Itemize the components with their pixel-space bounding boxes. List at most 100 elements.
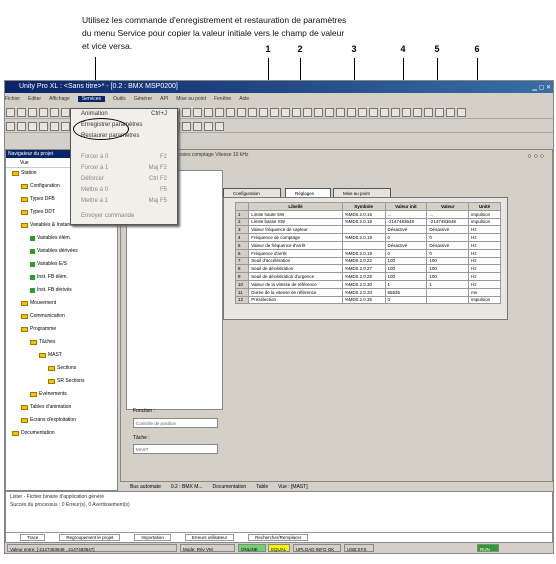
table-row[interactable]: 10 Valeur de la vitesse de référence %MD0.… [234, 279, 501, 289]
tree-item[interactable]: SR Sections [48, 378, 85, 384]
toolbar-button-icon[interactable] [237, 108, 246, 117]
value-cell[interactable]: 1 [426, 279, 470, 289]
value-cell[interactable]: Désactivé [426, 225, 470, 235]
toolbar-button-icon[interactable] [413, 108, 422, 117]
value-cell[interactable] [426, 287, 470, 297]
table-row[interactable]: 9 Seuil de décélération d'urgence %MD0.2.0… [234, 272, 501, 281]
menu-fen-tre[interactable]: Fenêtre [214, 96, 231, 102]
init-value-cell[interactable]: 65535 [384, 287, 428, 297]
value-cell[interactable]: ... [426, 209, 470, 219]
window-controls-icon[interactable]: ▁ ▢ ✕ [532, 82, 551, 94]
table-row[interactable]: 8 Seuil de décélération %MD0.2.0.27 100 100 H… [234, 264, 501, 274]
toolbar-button-icon[interactable] [259, 108, 268, 117]
toolbar-button-icon[interactable] [391, 108, 400, 117]
tree-item[interactable]: Documentation [12, 430, 55, 436]
tree-item[interactable]: Variables dérivées [30, 248, 78, 254]
init-value-cell[interactable]: 0 [384, 233, 428, 242]
toolbar-button-icon[interactable] [248, 108, 257, 117]
task-select[interactable]: MAST [133, 444, 218, 454]
menu-services[interactable]: Services [77, 96, 106, 102]
toolbar-button-icon[interactable] [61, 108, 70, 117]
value-cell[interactable]: 100 [426, 264, 470, 274]
toolbar-button-icon[interactable] [281, 108, 290, 117]
init-value-cell[interactable]: -2147483648 [384, 217, 428, 227]
table-row[interactable]: 4 Fréquence de comptage %MD0.2.0.19 0 0 Hz [234, 233, 501, 242]
menu-outils[interactable]: Outils [113, 96, 126, 102]
toolbar-button-icon[interactable] [325, 108, 334, 117]
tree-item[interactable]: Mouvement [21, 300, 56, 306]
toolbar-button-icon[interactable] [28, 108, 37, 117]
init-value-cell[interactable]: Désactivé [384, 240, 428, 250]
value-cell[interactable] [426, 295, 470, 305]
init-value-cell[interactable]: 0 [384, 248, 428, 258]
toolbar-button-icon[interactable] [39, 108, 48, 117]
output-tab[interactable]: Rechercher/Remplacer [248, 534, 309, 541]
toolbar-button-icon[interactable] [358, 108, 367, 117]
toolbar-button-icon[interactable] [204, 122, 213, 131]
table-row[interactable]: 5 Valeur de fréquence d'arrêt Désactivé Dés… [234, 240, 501, 250]
output-tab[interactable]: Erreurs utilisateur [184, 534, 235, 541]
table-row[interactable]: 2 Limite basse SW %MD0.2.0.18 -2147483648 -2… [234, 217, 501, 227]
output-tab[interactable]: Trace [20, 534, 46, 541]
toolbar-button-icon[interactable] [424, 108, 433, 117]
document-tab[interactable]: Vue : [MAST] [278, 484, 308, 490]
tree-item[interactable]: Sections [48, 365, 76, 371]
toolbar-button-icon[interactable] [39, 122, 48, 131]
toolbar-button-icon[interactable] [314, 108, 323, 117]
value-cell[interactable]: -2147483648 [426, 217, 470, 227]
tree-item[interactable]: Configuration [21, 183, 60, 189]
toolbar-button-icon[interactable] [17, 108, 26, 117]
menu-mise-au-point[interactable]: Mise au point [176, 96, 206, 102]
toolbar-button-icon[interactable] [193, 122, 202, 131]
menu-fichier[interactable]: Fichier [5, 96, 20, 102]
toolbar-button-icon[interactable] [402, 108, 411, 117]
toolbar-button-icon[interactable] [193, 108, 202, 117]
menu-api[interactable]: API [160, 96, 168, 102]
menu-item-d-forcer[interactable]: Déforcer Ctrl F2 [71, 174, 177, 185]
toolbar-button-icon[interactable] [226, 108, 235, 117]
init-value-cell[interactable]: 100 [384, 256, 428, 266]
tree-item[interactable]: Variables E/S [30, 261, 67, 267]
tree-item[interactable]: Variables élém. [30, 235, 71, 241]
toolbar-button-icon[interactable] [347, 108, 356, 117]
tree-item[interactable]: Types DFB [21, 196, 55, 202]
menu-item-envoyer-commande[interactable]: Envoyer commande [71, 211, 177, 222]
output-tab[interactable]: Regroupement le projet [59, 534, 121, 541]
toolbar-button-icon[interactable] [457, 108, 466, 117]
init-value-cell[interactable]: 100 [384, 264, 428, 274]
toolbar-button-icon[interactable] [336, 108, 345, 117]
tree-item[interactable]: Evénements [30, 391, 67, 397]
toolbar-button-icon[interactable] [303, 108, 312, 117]
toolbar-button-icon[interactable] [17, 122, 26, 131]
toolbar-button-icon[interactable] [50, 122, 59, 131]
menu-item-forcer-0[interactable]: Forcer à 0 F2 [71, 152, 177, 163]
menu-item-forcer-1[interactable]: Forcer à 1 Maj F2 [71, 163, 177, 174]
document-tab[interactable]: Table [256, 484, 268, 490]
toolbar-button-icon[interactable] [380, 108, 389, 117]
function-select[interactable]: Contrôle de position [133, 418, 218, 428]
value-cell[interactable]: 100 [426, 256, 470, 266]
value-cell[interactable]: 0 [426, 248, 470, 258]
init-value-cell[interactable]: 1 [384, 279, 428, 289]
menu-g-n-rer[interactable]: Générer [134, 96, 152, 102]
tree-item[interactable]: MAST [39, 352, 62, 358]
toolbar-button-icon[interactable] [215, 108, 224, 117]
tree-item[interactable]: Programme [21, 326, 56, 332]
toolbar-button-icon[interactable] [369, 108, 378, 117]
toolbar-button-icon[interactable] [6, 122, 15, 131]
toolbar-button-icon[interactable] [204, 108, 213, 117]
table-row[interactable]: 11 Durée de la vitesse de référence %MD0.2… [234, 287, 501, 297]
document-tab[interactable]: Bus automate [130, 484, 161, 490]
table-row[interactable]: 12 Présélection %MD0.2.0.35 0 impulsion [234, 295, 501, 305]
table-row[interactable]: 7 Seuil d'accélération %MD0.2.0.22 100 100 Hz [234, 256, 501, 266]
tree-item[interactable]: Inst. FB dérivés [30, 287, 72, 293]
toolbar-button-icon[interactable] [270, 108, 279, 117]
tree-item[interactable]: Station [12, 170, 37, 176]
toolbar-button-icon[interactable] [435, 108, 444, 117]
toolbar-button-icon[interactable] [28, 122, 37, 131]
menu-editer[interactable]: Editer [28, 96, 41, 102]
tree-item[interactable]: Types DDT [21, 209, 55, 215]
toolbar-button-icon[interactable] [446, 108, 455, 117]
toolbar-button-icon[interactable] [61, 122, 70, 131]
menu-item-mettre-1[interactable]: Mettre à 1 Maj F5 [71, 196, 177, 207]
